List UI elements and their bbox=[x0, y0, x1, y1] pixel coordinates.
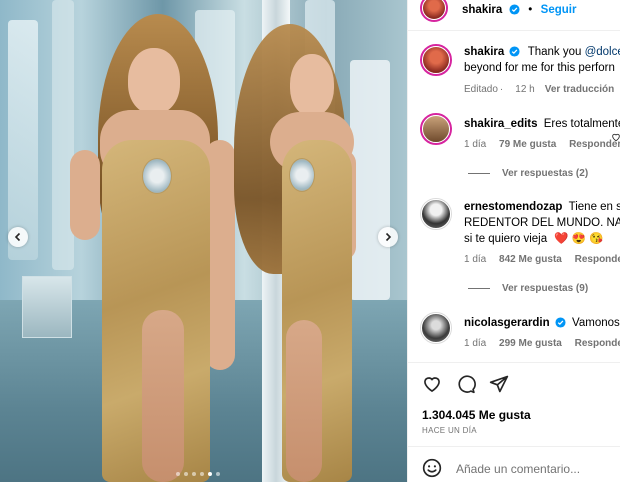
caption-text: Thank you bbox=[527, 46, 585, 58]
comment-avatar[interactable] bbox=[420, 312, 452, 344]
light-column bbox=[350, 60, 390, 300]
follow-button[interactable]: Seguir bbox=[541, 4, 577, 16]
post-header: shakira • Seguir bbox=[462, 0, 576, 18]
comment-username[interactable]: shakira_edits bbox=[464, 118, 538, 130]
view-replies-button[interactable]: Ver respuestas (9) bbox=[468, 283, 588, 294]
caption-meta: Editado · 12 h Ver traducción bbox=[464, 84, 615, 95]
comment-text: Tiene en su bbox=[568, 201, 620, 213]
comment-time: 1 día bbox=[464, 254, 487, 265]
comment-username[interactable]: ernestomendozap bbox=[464, 201, 562, 213]
comment-input[interactable]: Añade un comentario... bbox=[456, 462, 580, 476]
post-side-panel: shakira • Seguir shakira Thank you @dolc… bbox=[407, 0, 620, 482]
carousel-dot bbox=[200, 472, 204, 476]
header-divider bbox=[408, 30, 620, 31]
carousel-dot bbox=[192, 472, 196, 476]
comment-box-divider bbox=[408, 446, 620, 447]
heart-icon[interactable] bbox=[422, 374, 442, 394]
comment-meta: 1 día 842 Me gusta Responder bbox=[464, 254, 620, 265]
light-column bbox=[8, 20, 38, 260]
chevron-right-icon bbox=[385, 232, 392, 242]
comment-time: 1 día bbox=[464, 338, 487, 349]
verified-icon bbox=[509, 4, 520, 15]
verified-icon bbox=[509, 46, 521, 57]
caption-avatar[interactable] bbox=[420, 44, 452, 76]
comment-icon[interactable] bbox=[456, 374, 476, 394]
view-replies-button[interactable]: Ver respuestas (2) bbox=[468, 168, 588, 179]
post-photo bbox=[0, 0, 407, 482]
carousel-dot bbox=[176, 472, 180, 476]
comment-time: 1 día bbox=[464, 139, 487, 150]
likes-count[interactable]: 1.304.045 Me gusta bbox=[422, 408, 531, 422]
comment-body: nicolasgerardin Vamonosss bbox=[464, 315, 620, 331]
edited-label: Editado bbox=[464, 84, 498, 95]
comment-body: shakira_edits Eres totalmente bbox=[464, 116, 620, 132]
previous-slide-button[interactable] bbox=[8, 227, 28, 247]
emoji-icon[interactable] bbox=[422, 458, 442, 478]
caption: shakira Thank you @dolceg beyond for me … bbox=[464, 44, 620, 76]
caption-text-line2: beyond for me for this perforn bbox=[464, 62, 615, 74]
post-timestamp: HACE UN DÍA bbox=[422, 426, 477, 435]
carousel-dot bbox=[216, 472, 220, 476]
author-username[interactable]: shakira bbox=[462, 4, 502, 16]
share-icon[interactable] bbox=[489, 374, 509, 394]
author-avatar[interactable] bbox=[420, 0, 448, 22]
carousel-dot-active bbox=[208, 472, 212, 476]
caption-mention[interactable]: @dolceg bbox=[585, 46, 620, 58]
comment-likes[interactable]: 79 Me gusta bbox=[499, 139, 556, 150]
comment-emoji: ❤️ 😍 😘 bbox=[554, 233, 604, 245]
reply-button[interactable]: Responder bbox=[575, 338, 620, 349]
comment-likes[interactable]: 842 Me gusta bbox=[499, 254, 562, 265]
next-slide-button[interactable] bbox=[378, 227, 398, 247]
mirror-cube bbox=[22, 276, 72, 338]
comment-text: Eres totalmente bbox=[543, 118, 620, 130]
verified-icon bbox=[555, 317, 566, 328]
comment-avatar[interactable] bbox=[420, 198, 452, 230]
carousel-dot bbox=[184, 472, 188, 476]
reply-button[interactable]: Responder bbox=[575, 254, 620, 265]
comment-username[interactable]: nicolasgerardin bbox=[464, 317, 550, 329]
comment-text-line3: si te quiero vieja bbox=[464, 233, 548, 245]
carousel-indicator bbox=[176, 472, 220, 476]
caption-username[interactable]: shakira bbox=[464, 46, 504, 58]
comment-avatar[interactable] bbox=[420, 113, 452, 145]
heart-icon[interactable] bbox=[611, 132, 620, 142]
comment-likes[interactable]: 299 Me gusta bbox=[499, 338, 562, 349]
comment-text-line2: REDENTOR DEL MUNDO. NAD bbox=[464, 217, 620, 229]
translate-button[interactable]: Ver traducción bbox=[545, 84, 614, 95]
comment-body: ernestomendozap Tiene en su REDENTOR DEL… bbox=[464, 199, 620, 247]
actions-divider bbox=[408, 362, 620, 363]
comment-meta: 1 día 299 Me gusta Responder bbox=[464, 338, 620, 349]
comment-meta: 1 día 79 Me gusta Responder bbox=[464, 139, 620, 150]
caption-time: 12 h bbox=[515, 84, 535, 95]
separator-dot: • bbox=[528, 4, 533, 16]
comment-text: Vamonosss bbox=[572, 317, 620, 329]
chevron-left-icon bbox=[14, 232, 21, 242]
